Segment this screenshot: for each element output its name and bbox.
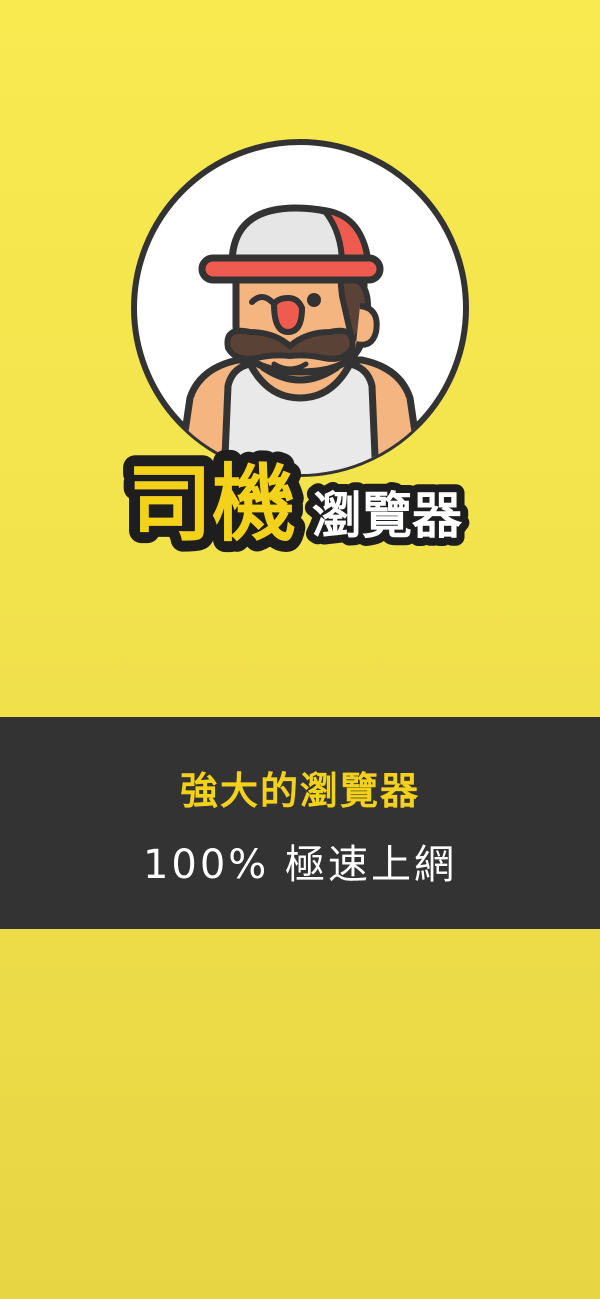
logo-wordmark: 司機 瀏覽器: [120, 444, 471, 560]
banner-subtitle: 100% 極速上網: [142, 842, 458, 888]
svg-text:瀏覽器: 瀏覽器: [312, 487, 463, 545]
promo-banner: [0, 717, 600, 929]
driver-mascot-icon: [131, 139, 469, 477]
app-logo: 司機 瀏覽器: [0, 0, 600, 600]
banner-title: 強大的瀏覽器: [179, 769, 420, 813]
svg-text:司機: 司機: [128, 455, 296, 553]
